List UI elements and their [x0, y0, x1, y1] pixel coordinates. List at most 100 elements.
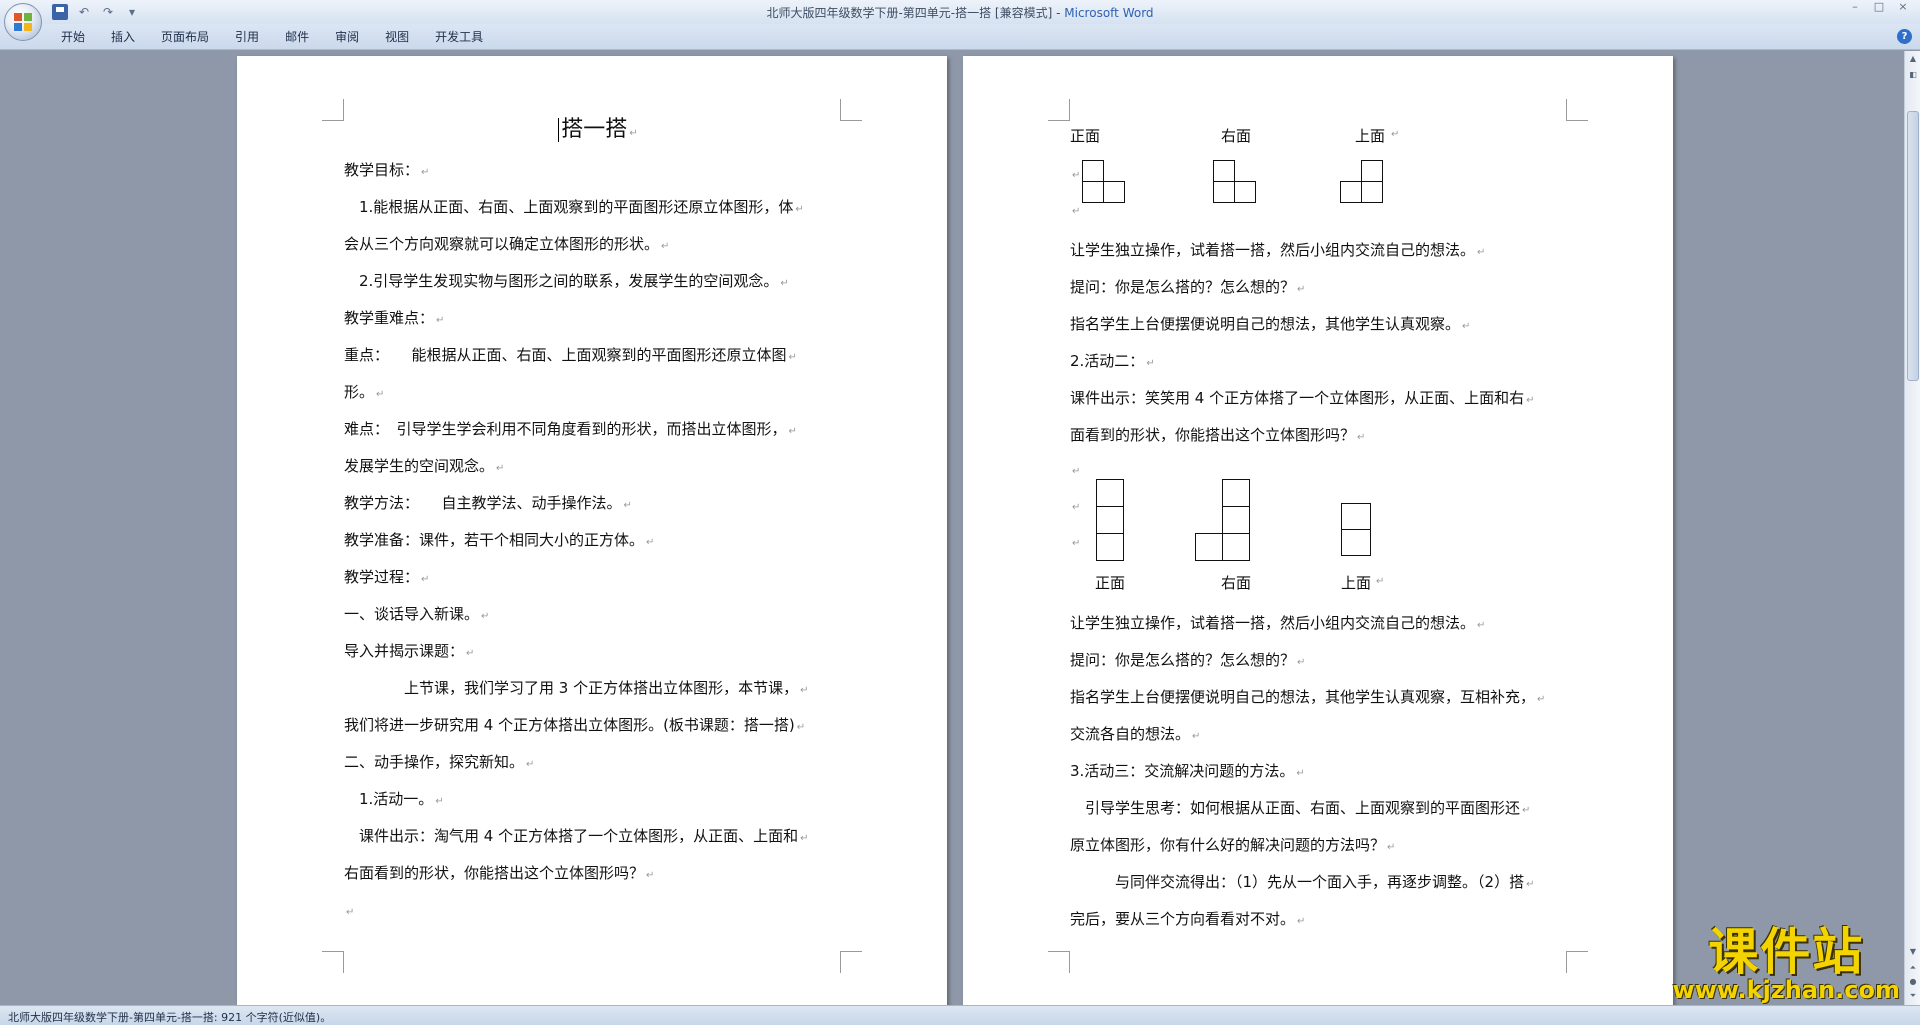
status-bar: 北师大版四年级数学下册-第四单元-搭一搭: 921 个字符(近似值)。 — [0, 1005, 1920, 1025]
paragraph-mark-icon: ↵ — [795, 204, 804, 215]
paragraph-mark-icon: ↵ — [800, 833, 809, 844]
text-line: 1.活动一。 ↵ — [344, 781, 852, 818]
text-line: 会从三个方向观察就可以确定立体图形的形状。 ↵ — [344, 226, 852, 263]
text-line: 3.活动三：交流解决问题的方法。 ↵ — [1070, 753, 1578, 790]
line-text: 完后，要从三个方向看看对不对。 — [1070, 910, 1296, 928]
fig1-label-front: 正面 — [1070, 127, 1101, 145]
paragraph-mark-icon: ↵ — [526, 759, 535, 770]
minimize-icon[interactable]: – — [1848, 0, 1862, 14]
maximize-icon[interactable]: □ — [1872, 0, 1886, 14]
paragraph-mark-icon: ↵ — [346, 907, 355, 918]
line-text: 课件出示：笑笑用 4 个正方体搭了一个立体图形，从正面、上面和右 — [1070, 389, 1525, 407]
paragraph-mark-icon: ↵ — [646, 537, 655, 548]
line-text: 3.活动三：交流解决问题的方法。 — [1070, 762, 1295, 780]
line-text: 重点： 能根据从正面、右面、上面观察到的平面图形还原立体图 — [344, 346, 787, 364]
paragraph-mark-icon: ↵ — [780, 278, 789, 289]
line-text: 交流各自的想法。 — [1070, 725, 1191, 743]
text-line: 二、动手操作，探究新知。 ↵ — [344, 744, 852, 781]
page-1-lines: 教学目标： ↵ 1.能根据从正面、右面、上面观察到的平面图形还原立体图形，体 ↵ 会从… — [344, 152, 852, 929]
paragraph-mark-icon: ↵ — [629, 128, 638, 139]
text-line: 难点： 引导学生学会利用不同角度看到的形状，而搭出立体图形， ↵ — [344, 411, 852, 448]
page-1[interactable]: 搭一搭 ↵ 教学目标： ↵ 1.能根据从正面、右面、上面观察到的平面图形还原立体图形… — [237, 56, 947, 1005]
office-logo-icon — [14, 13, 33, 32]
window-title-sep: - — [1052, 6, 1065, 20]
document-area[interactable]: 搭一搭 ↵ 教学目标： ↵ 1.能根据从正面、右面、上面观察到的平面图形还原立体图形… — [0, 51, 1904, 1005]
line-text: 二、动手操作，探究新知。 — [344, 753, 525, 771]
tab-mailings[interactable]: 邮件 — [272, 29, 322, 45]
tab-developer[interactable]: 开发工具 — [422, 29, 496, 45]
text-line: 让学生独立操作，试着搭一搭，然后小组内交流自己的想法。 ↵ — [1070, 605, 1578, 642]
text-line: 一、谈话导入新课。 ↵ — [344, 596, 852, 633]
paragraph-mark-icon: ↵ — [1072, 538, 1081, 549]
page-2[interactable]: 正面 右面 上面 ↵ ↵ ↵ 让学生独立操作，试着搭一搭，然后小组内交流自己的想… — [963, 56, 1673, 1005]
scroll-down-icon[interactable]: ▼ — [1907, 946, 1919, 958]
text-line: 引导学生思考：如何根据从正面、右面、上面观察到的平面图形还 ↵ — [1070, 790, 1578, 827]
paragraph-mark-icon: ↵ — [436, 315, 445, 326]
tab-page-layout[interactable]: 页面布局 — [148, 29, 222, 45]
paragraph-mark-icon: ↵ — [788, 426, 797, 437]
next-page-icon[interactable]: ⏷ — [1907, 990, 1919, 1002]
paragraph-mark-icon: ↵ — [1526, 879, 1535, 890]
margin-corner — [1048, 99, 1070, 121]
close-icon[interactable]: × — [1896, 0, 1910, 14]
tab-references[interactable]: 引用 — [222, 29, 272, 45]
text-line: 重点： 能根据从正面、右面、上面观察到的平面图形还原立体图 ↵ — [344, 337, 852, 374]
paragraph-mark-icon: ↵ — [1387, 842, 1396, 853]
previous-page-icon[interactable]: ⏶ — [1907, 962, 1919, 974]
line-text: 提问：你是怎么搭的？怎么想的？ — [1070, 651, 1296, 669]
ribbon-tabs: 开始 插入 页面布局 引用 邮件 审阅 视图 开发工具 — [48, 29, 496, 45]
paragraph-mark-icon: ↵ — [1477, 620, 1486, 631]
tab-home[interactable]: 开始 — [48, 29, 98, 45]
line-text: 让学生独立操作，试着搭一搭，然后小组内交流自己的想法。 — [1070, 614, 1476, 632]
paragraph-mark-icon: ↵ — [788, 352, 797, 363]
ruler-toggle-icon[interactable]: ◧ — [1907, 69, 1919, 81]
tab-insert[interactable]: 插入 — [98, 29, 148, 45]
line-text: 指名学生上台便摆便说明自己的想法，其他学生认真观察，互相补充， — [1070, 688, 1536, 706]
title-bar: ↶ ↷ ▾ 北师大版四年级数学下册-第四单元-搭一搭 [兼容模式] - Micr… — [0, 0, 1920, 24]
text-line: ↵ — [344, 892, 852, 929]
paragraph-mark-icon: ↵ — [1072, 170, 1081, 181]
tab-review[interactable]: 审阅 — [322, 29, 372, 45]
line-text: 原立体图形，你有什么好的解决问题的方法吗？ — [1070, 836, 1386, 854]
text-line: 与同伴交流得出：（1）先从一个面入手，再逐步调整。（2）搭 ↵ — [1070, 864, 1578, 901]
paragraph-mark-icon: ↵ — [1072, 466, 1081, 477]
text-line: 1.能根据从正面、右面、上面观察到的平面图形还原立体图形，体 ↵ — [344, 189, 852, 226]
line-text: 2.活动二： — [1070, 352, 1145, 370]
text-line: 让学生独立操作，试着搭一搭，然后小组内交流自己的想法。 ↵ — [1070, 232, 1578, 269]
tab-view[interactable]: 视图 — [372, 29, 422, 45]
page-1-body[interactable]: 搭一搭 ↵ 教学目标： ↵ 1.能根据从正面、右面、上面观察到的平面图形还原立体图形… — [344, 112, 852, 929]
line-text: 发展学生的空间观念。 — [344, 457, 495, 475]
fig2-label-front: 正面 — [1095, 574, 1126, 592]
status-text[interactable]: 北师大版四年级数学下册-第四单元-搭一搭: 921 个字符(近似值)。 — [8, 1009, 331, 1025]
line-text: 让学生独立操作，试着搭一搭，然后小组内交流自己的想法。 — [1070, 241, 1476, 259]
scroll-thumb[interactable] — [1907, 111, 1919, 381]
paragraph-mark-icon: ↵ — [466, 648, 475, 659]
fig2-label-top: 上面 — [1341, 574, 1372, 592]
browse-object-icon[interactable]: ● — [1907, 976, 1919, 988]
document-title-text: 搭一搭 — [561, 117, 628, 142]
line-text: 教学准备：课件，若干个相同大小的正方体。 — [344, 531, 645, 549]
paragraph-mark-icon: ↵ — [496, 463, 505, 474]
text-line: 2.引导学生发现实物与图形之间的联系，发展学生的空间观念。 ↵ — [344, 263, 852, 300]
text-line: 形。 ↵ — [344, 374, 852, 411]
margin-corner — [1048, 951, 1070, 973]
text-line: 我们将进一步研究用 4 个正方体搭出立体图形。(板书课题：搭一搭) ↵ — [344, 707, 852, 744]
page-2-lines-a: 让学生独立操作，试着搭一搭，然后小组内交流自己的想法。 ↵ 提问：你是怎么搭的？怎么… — [1070, 232, 1578, 454]
line-text: 教学方法： 自主教学法、动手操作法。 — [344, 494, 622, 512]
line-text: 导入并揭示课题： — [344, 642, 465, 660]
page-2-body-b[interactable]: 让学生独立操作，试着搭一搭，然后小组内交流自己的想法。 ↵ 提问：你是怎么搭的？怎么… — [1070, 605, 1578, 938]
text-line: 上节课，我们学习了用 3 个正方体搭出立体图形，本节课， ↵ — [344, 670, 852, 707]
text-line: 教学准备：课件，若干个相同大小的正方体。 ↵ — [344, 522, 852, 559]
text-line: 课件出示：笑笑用 4 个正方体搭了一个立体图形，从正面、上面和右 ↵ — [1070, 380, 1578, 417]
office-button[interactable] — [4, 3, 42, 41]
paragraph-mark-icon: ↵ — [1391, 129, 1400, 140]
window-controls: – □ × — [1848, 0, 1910, 14]
line-text: 提问：你是怎么搭的？怎么想的？ — [1070, 278, 1296, 296]
vertical-scrollbar[interactable]: ▲ ◧ ▼ ⏶ ● ⏷ — [1904, 51, 1920, 1005]
watermark-logo: 课件站 www.kjzhan.com — [1673, 925, 1900, 1003]
text-line: 原立体图形，你有什么好的解决问题的方法吗？ ↵ — [1070, 827, 1578, 864]
page-2-body-a[interactable]: 让学生独立操作，试着搭一搭，然后小组内交流自己的想法。 ↵ 提问：你是怎么搭的？怎么… — [1070, 232, 1578, 454]
margin-corner — [322, 99, 344, 121]
help-icon[interactable]: ? — [1897, 29, 1912, 44]
scroll-up-icon[interactable]: ▲ — [1907, 53, 1919, 65]
